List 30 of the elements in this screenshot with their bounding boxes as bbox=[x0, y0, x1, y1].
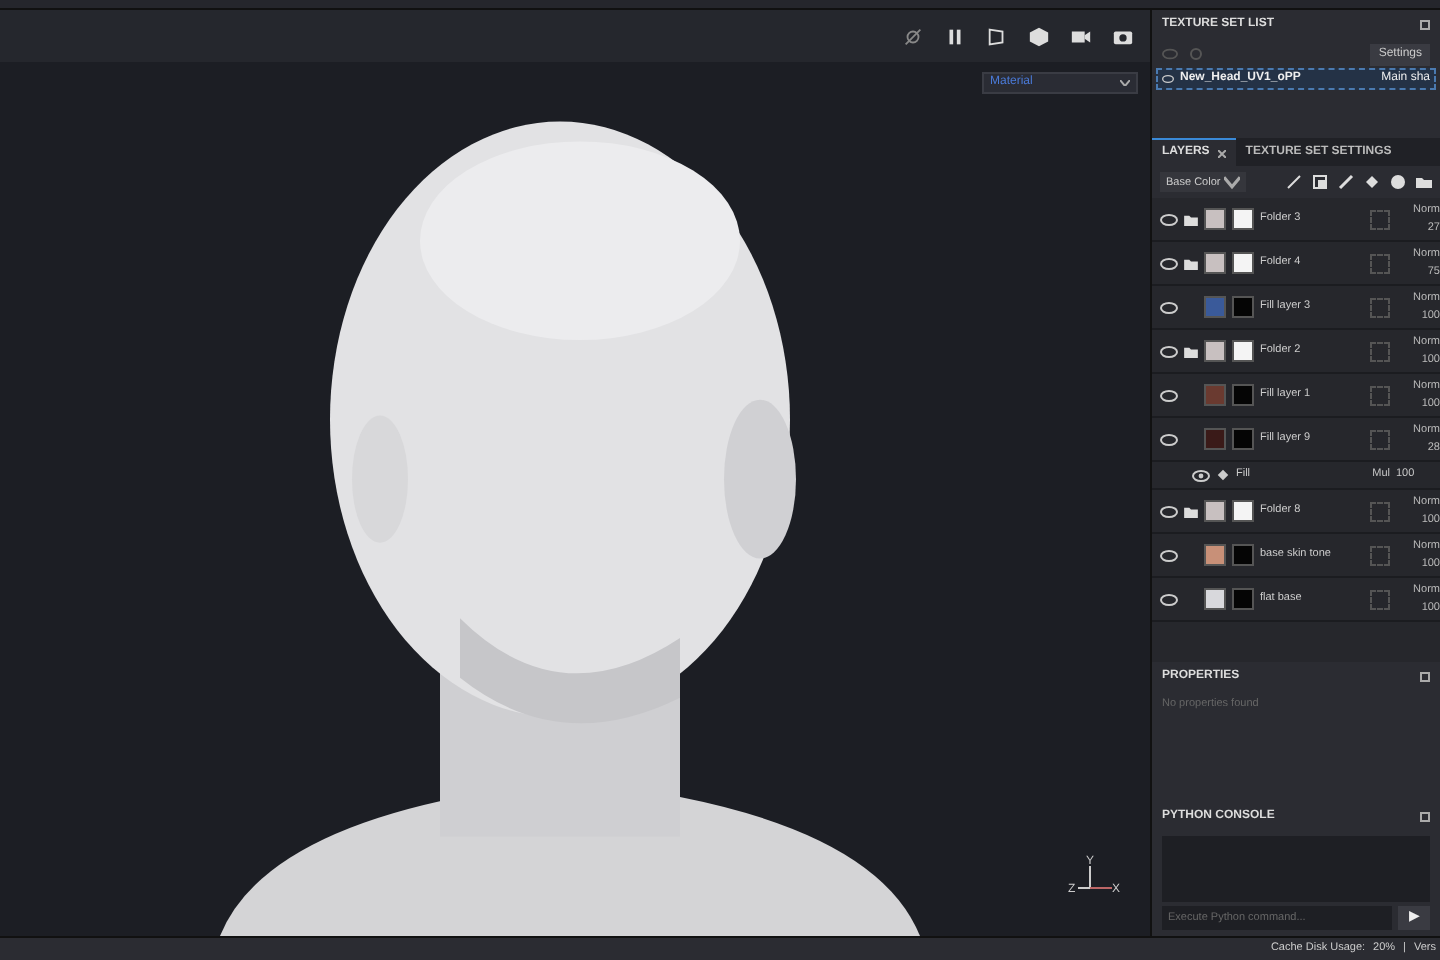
chevron-icon bbox=[1120, 80, 1130, 86]
mask-thumbnail bbox=[1232, 340, 1254, 362]
thumbnail bbox=[1204, 252, 1226, 274]
perspective-icon[interactable] bbox=[986, 25, 1008, 47]
cube-icon[interactable] bbox=[1028, 25, 1050, 47]
folder-icon[interactable] bbox=[1184, 213, 1198, 225]
pause-icon[interactable] bbox=[944, 25, 966, 47]
thumbnail bbox=[1204, 340, 1226, 362]
chevron-icon bbox=[1223, 173, 1240, 190]
close-icon[interactable] bbox=[1217, 149, 1226, 157]
mask-thumbnail bbox=[1232, 384, 1254, 406]
thumbnail bbox=[1204, 500, 1226, 522]
folder-icon[interactable] bbox=[1416, 174, 1432, 190]
mask-thumbnail bbox=[1232, 588, 1254, 610]
mask-thumbnail bbox=[1232, 428, 1254, 450]
pen-icon[interactable] bbox=[1338, 174, 1354, 190]
folder-icon[interactable] bbox=[1184, 257, 1198, 269]
mask-thumbnail bbox=[1232, 208, 1254, 230]
thumbnail bbox=[1204, 208, 1226, 230]
sphere-icon[interactable] bbox=[1390, 174, 1406, 190]
mask-thumbnail bbox=[1232, 252, 1254, 274]
mask-thumbnail bbox=[1232, 544, 1254, 566]
hide-icon[interactable] bbox=[902, 25, 924, 47]
maximize-icon[interactable] bbox=[1420, 20, 1430, 30]
maximize-icon[interactable] bbox=[1420, 812, 1430, 822]
maximize-icon[interactable] bbox=[1420, 672, 1430, 682]
folder-icon[interactable] bbox=[1184, 505, 1198, 517]
mask-thumbnail bbox=[1232, 500, 1254, 522]
folder-icon[interactable] bbox=[1184, 345, 1198, 357]
mask-thumbnail bbox=[1232, 296, 1254, 318]
